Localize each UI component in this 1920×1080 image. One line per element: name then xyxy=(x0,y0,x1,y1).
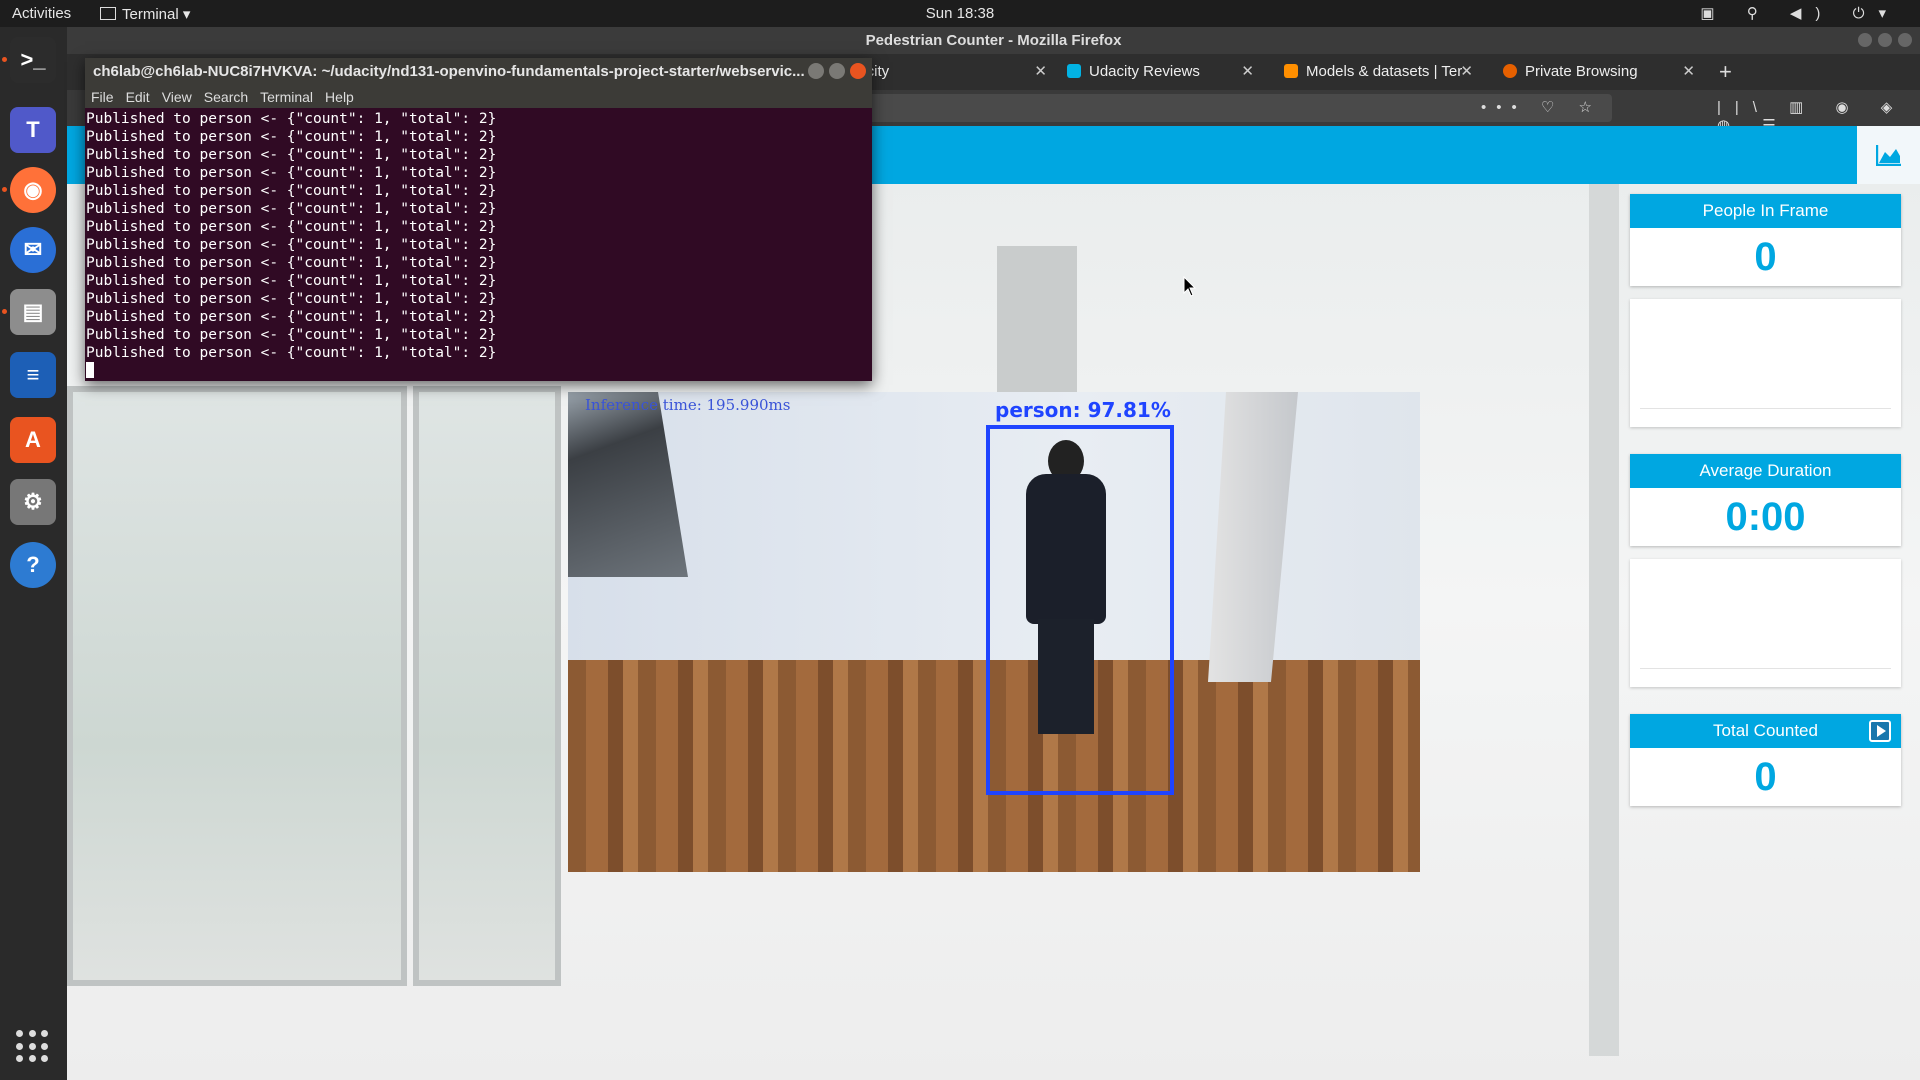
tab-label: Models & datasets | Ter xyxy=(1306,63,1463,80)
mouse-cursor-icon xyxy=(1183,276,1197,297)
terminal-line: Published to person <- {"count": 1, "tot… xyxy=(86,291,497,307)
people-in-frame-card: People In Frame 0 xyxy=(1630,194,1901,286)
terminal-titlebar[interactable]: ch6lab@ch6lab-NUC8i7HVKVA: ~/udacity/nd1… xyxy=(85,58,872,86)
minimize-button[interactable] xyxy=(808,63,824,79)
average-duration-value: 0:00 xyxy=(1725,495,1806,539)
settings-app-icon[interactable]: ⚙ xyxy=(10,479,56,525)
app-menu[interactable]: Terminal ▾ xyxy=(100,5,190,23)
terminal-menu-search[interactable]: Search xyxy=(204,89,248,105)
tensorflow-icon xyxy=(1284,64,1298,78)
system-tray[interactable]: ▣ ⚲ ◀) ⏻▾ xyxy=(1700,4,1900,22)
people-in-frame-value: 0 xyxy=(1754,235,1777,279)
average-duration-card: Average Duration 0:00 xyxy=(1630,454,1901,546)
close-tab-icon[interactable]: ✕ xyxy=(1241,54,1254,90)
firefox-titlebar: Pedestrian Counter - Mozilla Firefox xyxy=(67,27,1920,54)
total-counted-card: Total Counted 0 xyxy=(1630,714,1901,806)
terminal-line: Published to person <- {"count": 1, "tot… xyxy=(86,147,497,163)
terminal-line: Published to person <- {"count": 1, "tot… xyxy=(86,237,497,253)
detection-label: person: 97.81% xyxy=(995,398,1171,422)
terminal-line: Published to person <- {"count": 1, "tot… xyxy=(86,183,497,199)
software-app-icon[interactable]: A xyxy=(10,417,56,463)
chart-baseline xyxy=(1640,668,1891,669)
card-title: Total Counted xyxy=(1630,714,1901,748)
firefox-icon xyxy=(1503,64,1517,78)
terminal-menubar: File Edit View Search Terminal Help xyxy=(85,86,872,108)
close-button[interactable] xyxy=(1898,33,1912,47)
thunderbird-app-icon[interactable]: ✉ xyxy=(10,227,56,273)
help-app-icon[interactable]: ? xyxy=(10,542,56,588)
chart-baseline xyxy=(1640,408,1891,409)
card-title-label: Total Counted xyxy=(1713,721,1818,740)
area-chart-icon xyxy=(1875,145,1901,166)
new-tab-button[interactable]: + xyxy=(1719,54,1732,90)
maximize-button[interactable] xyxy=(829,63,845,79)
background-window xyxy=(413,386,561,986)
total-counted-value: 0 xyxy=(1754,755,1777,799)
clock[interactable]: Sun 18:38 xyxy=(0,5,1920,22)
tab-label: Private Browsing xyxy=(1525,63,1638,80)
stats-chart-button[interactable] xyxy=(1857,126,1920,184)
close-tab-icon[interactable]: ✕ xyxy=(1460,54,1473,90)
tab-udacity-reviews[interactable]: Udacity Reviews ✕ xyxy=(1057,54,1264,90)
background-pillar xyxy=(1589,156,1619,1056)
terminal-line: Published to person <- {"count": 1, "tot… xyxy=(86,111,497,127)
close-tab-icon[interactable]: ✕ xyxy=(1682,54,1695,90)
running-indicator xyxy=(2,57,7,62)
tab-label: Udacity Reviews xyxy=(1089,63,1200,80)
tab-udacity[interactable]: dacity✕ xyxy=(840,54,1057,90)
terminal-menu-edit[interactable]: Edit xyxy=(126,89,150,105)
minimize-button[interactable] xyxy=(1858,33,1872,47)
background-window xyxy=(67,386,407,986)
terminal-title: ch6lab@ch6lab-NUC8i7HVKVA: ~/udacity/nd1… xyxy=(93,63,805,80)
teams-app-icon[interactable]: T xyxy=(10,107,56,153)
terminal-line: Published to person <- {"count": 1, "tot… xyxy=(86,129,497,145)
terminal-output[interactable]: Published to person <- {"count": 1, "tot… xyxy=(85,110,872,381)
show-applications-icon[interactable] xyxy=(16,1030,50,1064)
close-tab-icon[interactable]: ✕ xyxy=(1034,54,1047,90)
terminal-line: Published to person <- {"count": 1, "tot… xyxy=(86,345,497,361)
terminal-line: Published to person <- {"count": 1, "tot… xyxy=(86,327,497,343)
terminal-line: Published to person <- {"count": 1, "tot… xyxy=(86,255,497,271)
terminal-line: Published to person <- {"count": 1, "tot… xyxy=(86,165,497,181)
detection-bounding-box xyxy=(986,425,1174,795)
terminal-cursor xyxy=(86,362,94,378)
card-title: Average Duration xyxy=(1630,454,1901,488)
top-bar: Activities Terminal ▾ Sun 18:38 ▣ ⚲ ◀) ⏻… xyxy=(0,0,1920,27)
udacity-icon xyxy=(1067,64,1081,78)
duration-chart-card xyxy=(1630,559,1901,687)
terminal-line: Published to person <- {"count": 1, "tot… xyxy=(86,273,497,289)
window-title: Pedestrian Counter - Mozilla Firefox xyxy=(865,32,1122,49)
dock: >_ T ◉ ✉ ▤ ≡ A ⚙? xyxy=(0,27,67,1080)
terminal-app-icon[interactable]: >_ xyxy=(10,37,56,83)
terminal-menu-terminal[interactable]: Terminal xyxy=(260,89,313,105)
tab-private-browsing[interactable]: Private Browsing ✕ xyxy=(1493,54,1705,90)
card-title: People In Frame xyxy=(1630,194,1901,228)
terminal-line: Published to person <- {"count": 1, "tot… xyxy=(86,309,497,325)
writer-app-icon[interactable]: ≡ xyxy=(10,352,56,398)
files-app-icon[interactable]: ▤ xyxy=(10,289,56,335)
terminal-icon xyxy=(100,7,116,20)
terminal-menu-view[interactable]: View xyxy=(162,89,192,105)
maximize-button[interactable] xyxy=(1878,33,1892,47)
play-icon[interactable] xyxy=(1869,720,1891,742)
video-feed: person: 97.81% Inference time: 195.990ms xyxy=(568,392,1420,872)
terminal-menu-help[interactable]: Help xyxy=(325,89,354,105)
running-indicator xyxy=(2,187,7,192)
close-button[interactable] xyxy=(850,63,866,79)
page-actions-icon[interactable]: ••• ♡ ☆ xyxy=(1481,98,1602,116)
terminal-line: Published to person <- {"count": 1, "tot… xyxy=(86,201,497,217)
inference-time: Inference time: 195.990ms xyxy=(585,396,791,414)
running-indicator xyxy=(2,309,7,314)
people-chart-card xyxy=(1630,299,1901,427)
terminal-window[interactable]: ch6lab@ch6lab-NUC8i7HVKVA: ~/udacity/nd1… xyxy=(85,58,872,381)
firefox-app-icon[interactable]: ◉ xyxy=(10,167,56,213)
terminal-menu-file[interactable]: File xyxy=(91,89,114,105)
background-pillar xyxy=(997,246,1077,396)
tab-models-datasets[interactable]: Models & datasets | Ter ✕ xyxy=(1274,54,1483,90)
activities-button[interactable]: Activities xyxy=(12,5,71,22)
app-menu-label: Terminal ▾ xyxy=(122,6,191,23)
terminal-line: Published to person <- {"count": 1, "tot… xyxy=(86,219,497,235)
